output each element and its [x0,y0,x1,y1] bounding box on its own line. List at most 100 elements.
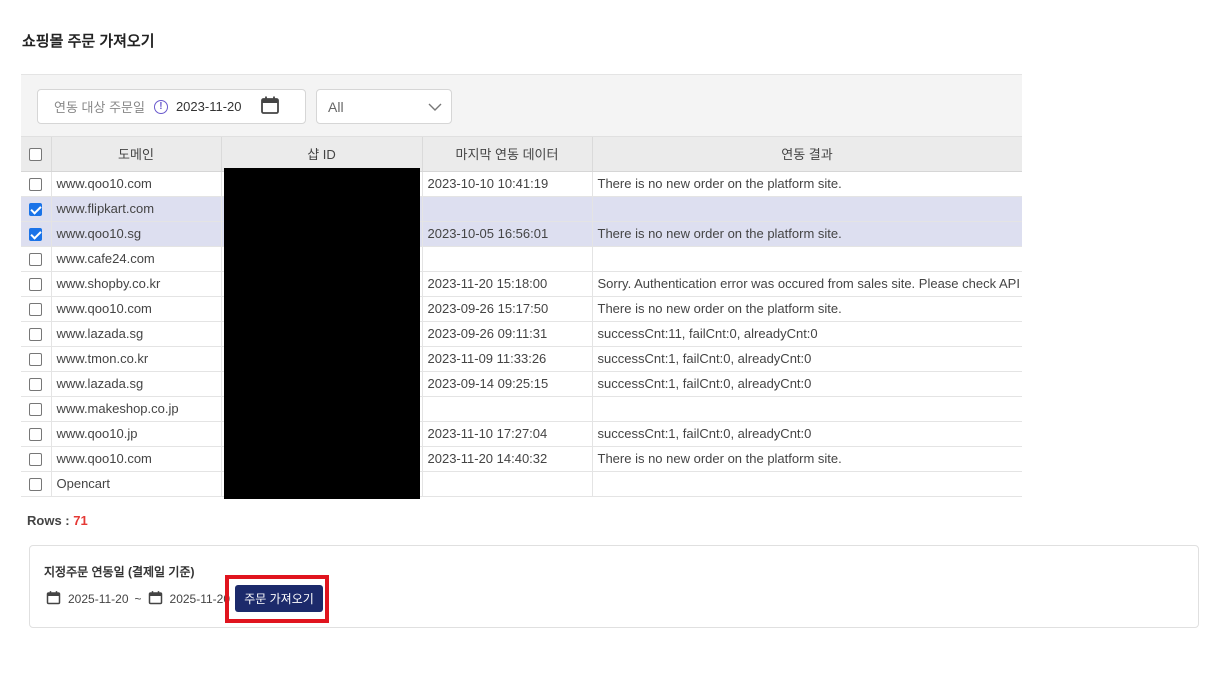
table-row[interactable]: www.qoo10.com 2023-09-26 15:17:50 There is… [21,296,1022,322]
domain-cell: www.lazada.sg [51,321,222,347]
row-checkbox[interactable] [29,353,43,367]
platform-select-value: All [328,98,344,115]
table-row[interactable]: www.lazada.sg 2023-09-14 09:25:15 successC… [21,371,1022,397]
table-row[interactable]: www.makeshop.co.jp [21,396,1022,422]
row-checkbox-cell [21,396,52,422]
rows-count-label: Rows : [27,513,74,528]
row-checkbox[interactable] [29,478,43,492]
domain-cell: www.lazada.sg [51,371,222,397]
domain-cell: www.flipkart.com [51,196,222,222]
result-cell: There is no new order on the platform si… [592,296,1022,322]
info-icon[interactable]: ! [153,99,168,114]
result-cell: There is no new order on the platform si… [592,171,1022,197]
result-cell: Sorry. Authentication error was occured … [592,271,1022,297]
result-cell: There is no new order on the platform si… [592,221,1022,247]
last-sync-cell [422,471,593,497]
last-sync-cell: 2023-11-10 17:27:04 [422,421,593,447]
table-row[interactable]: www.shopby.co.kr 2023-11-20 15:18:00 Sorry… [21,271,1022,297]
table-row[interactable]: www.qoo10.com 2023-10-10 10:41:19 There is… [21,171,1022,197]
table-row[interactable]: www.flipkart.com [21,196,1022,222]
row-checkbox-cell [21,221,52,247]
range-separator: ~ [134,592,142,606]
platform-select[interactable]: All [316,89,452,124]
row-checkbox-cell [21,421,52,447]
result-cell: successCnt:1, failCnt:0, alreadyCnt:0 [592,371,1022,397]
calendar-icon[interactable] [148,590,163,608]
row-checkbox[interactable] [29,303,43,317]
row-checkbox[interactable] [29,278,43,292]
domain-cell: www.tmon.co.kr [51,346,222,372]
result-cell: successCnt:11, failCnt:0, alreadyCnt:0 [592,321,1022,347]
rows-count: Rows : 71 [27,513,88,528]
table-row[interactable]: www.cafe24.com [21,246,1022,272]
domain-cell: www.qoo10.sg [51,221,222,247]
domain-cell: www.qoo10.com [51,446,222,472]
row-checkbox-cell [21,371,52,397]
table-row[interactable]: www.tmon.co.kr 2023-11-09 11:33:26 success… [21,346,1022,372]
domain-cell: www.cafe24.com [51,246,222,272]
last-sync-cell [422,246,593,272]
row-checkbox[interactable] [29,178,43,192]
column-header-last-sync[interactable]: 마지막 연동 데이터 [422,137,593,172]
result-cell [592,471,1022,497]
result-cell [592,246,1022,272]
table-row[interactable]: www.lazada.sg 2023-09-26 09:11:31 successC… [21,321,1022,347]
domain-cell: Opencart [51,471,222,497]
domain-cell: www.qoo10.jp [51,421,222,447]
select-all-cell [21,137,52,172]
last-sync-cell [422,396,593,422]
row-checkbox[interactable] [29,428,43,442]
domain-cell: www.qoo10.com [51,296,222,322]
order-date-value[interactable]: 2023-11-20 [176,99,242,114]
last-sync-cell: 2023-09-14 09:25:15 [422,371,593,397]
row-checkbox-cell [21,271,52,297]
result-cell: successCnt:1, failCnt:0, alreadyCnt:0 [592,346,1022,372]
row-checkbox[interactable] [29,378,43,392]
calendar-icon[interactable] [46,590,61,608]
table-header: 도메인 샵 ID 마지막 연동 데이터 연동 결과 [21,137,1022,172]
result-cell: successCnt:1, failCnt:0, alreadyCnt:0 [592,421,1022,447]
column-header-shop-id[interactable]: 샵 ID [221,137,423,172]
row-checkbox-cell [21,296,52,322]
table-row[interactable]: Opencart [21,471,1022,497]
row-checkbox-cell [21,171,52,197]
last-sync-cell: 2023-09-26 15:17:50 [422,296,593,322]
page-title: 쇼핑몰 주문 가져오기 [22,33,155,50]
chevron-down-icon [427,100,443,117]
result-cell [592,396,1022,422]
highlight-box [225,575,329,623]
row-checkbox[interactable] [29,403,43,417]
domain-cell: www.shopby.co.kr [51,271,222,297]
table-row[interactable]: www.qoo10.jp 2023-11-10 17:27:04 successCn… [21,421,1022,447]
row-checkbox[interactable] [29,228,43,242]
column-header-result[interactable]: 연동 결과 [592,137,1022,172]
order-date-label: 연동 대상 주문일 [54,100,145,115]
order-date-field[interactable]: 연동 대상 주문일 ! 2023-11-20 [37,89,306,124]
rows-count-value: 71 [73,513,88,528]
row-checkbox-cell [21,246,52,272]
last-sync-cell: 2023-11-09 11:33:26 [422,346,593,372]
start-date-input[interactable]: 2025-11-20 [68,592,129,606]
row-checkbox[interactable] [29,203,43,217]
row-checkbox-cell [21,196,52,222]
calendar-icon[interactable] [260,95,280,118]
grid-viewport: 연동 대상 주문일 ! 2023-11-20 All 도메인 샵 ID 마지막 … [21,75,1022,505]
row-checkbox-cell [21,321,52,347]
column-header-domain[interactable]: 도메인 [51,137,222,172]
table-row[interactable]: www.qoo10.com 2023-11-20 14:40:32 There is… [21,446,1022,472]
end-date-input[interactable]: 2025-11-20 [170,592,231,606]
result-cell: There is no new order on the platform si… [592,446,1022,472]
row-checkbox[interactable] [29,328,43,342]
row-checkbox[interactable] [29,253,43,267]
date-range-panel: 지정주문 연동일 (결제일 기준) 2025-11-20 ~ 2025-11-2… [29,545,1199,628]
filter-toolbar: 연동 대상 주문일 ! 2023-11-20 All [21,75,1022,137]
row-checkbox[interactable] [29,453,43,467]
last-sync-cell: 2023-10-05 16:56:01 [422,221,593,247]
select-all-checkbox[interactable] [29,148,43,162]
date-range-title: 지정주문 연동일 (결제일 기준) [44,565,195,579]
domain-cell: www.qoo10.com [51,171,222,197]
row-checkbox-cell [21,471,52,497]
row-checkbox-cell [21,446,52,472]
last-sync-cell: 2023-10-10 10:41:19 [422,171,593,197]
table-row[interactable]: www.qoo10.sg 2023-10-05 16:56:01 There is … [21,221,1022,247]
